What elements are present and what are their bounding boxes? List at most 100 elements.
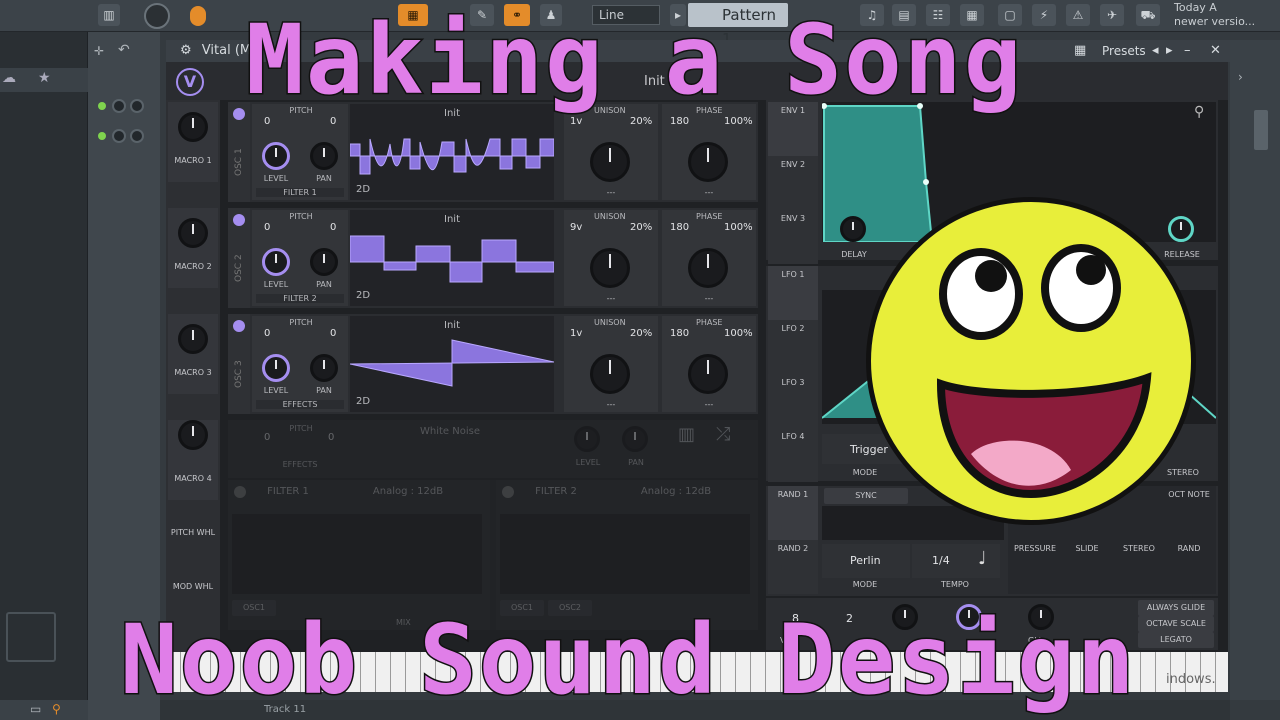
folder-icon[interactable]: ▭ xyxy=(30,702,41,716)
sample-level-knob[interactable] xyxy=(574,426,600,452)
env-2-tab[interactable]: ENV 2 xyxy=(768,156,818,210)
lfo-4-tab[interactable]: LFO 4 xyxy=(768,428,818,482)
osc-2-pitch-semitone[interactable]: 0 xyxy=(330,222,336,233)
osc-2-voices[interactable]: 9v xyxy=(570,222,582,233)
osc-3-detune[interactable]: 20% xyxy=(630,328,652,339)
sample-route-select[interactable]: EFFECTS xyxy=(256,460,344,469)
osc-2-pitch-octave[interactable]: 0 xyxy=(264,222,270,233)
scroll-right-icon[interactable]: › xyxy=(1238,70,1243,84)
lfo-2-tab[interactable]: LFO 2 xyxy=(768,320,818,374)
osc-1-phase-knob[interactable] xyxy=(688,142,728,182)
macro-2-knob[interactable] xyxy=(178,218,208,248)
octave-scale-toggle[interactable]: OCTAVE SCALE xyxy=(1138,616,1214,632)
osc-3-power-toggle[interactable] xyxy=(233,320,245,332)
osc-2-phase-select[interactable]: --- xyxy=(662,294,756,303)
osc-1-pan-knob[interactable] xyxy=(310,142,338,170)
stereo-source[interactable]: STEREO xyxy=(1114,544,1164,553)
piano-roll-icon[interactable]: ▥ xyxy=(98,4,120,26)
news-hint[interactable]: Today A newer versio... xyxy=(1174,0,1280,32)
rand-mode-select[interactable]: Perlin xyxy=(822,544,910,578)
osc-1-route-select[interactable]: FILTER 1 xyxy=(256,188,344,197)
osc-1-level-knob[interactable] xyxy=(262,142,290,170)
cloud-icon[interactable]: ☁ xyxy=(2,70,16,86)
macro-4[interactable]: MACRO 4 xyxy=(168,420,218,500)
osc-2-unison-knob[interactable] xyxy=(590,248,630,288)
macro-1-knob[interactable] xyxy=(178,112,208,142)
presets-label[interactable]: Presets xyxy=(1102,40,1146,62)
osc-3-pan-knob[interactable] xyxy=(310,354,338,382)
osc-2-phase-knob[interactable] xyxy=(688,248,728,288)
always-glide-toggle[interactable]: ALWAYS GLIDE xyxy=(1138,600,1214,616)
pitch-wheel-label[interactable]: PITCH WHL xyxy=(168,528,218,537)
osc-2-phase-value[interactable]: 180 xyxy=(670,222,689,233)
osc-2-unison-select[interactable]: --- xyxy=(564,294,658,303)
keytrack-icon[interactable]: ▥ xyxy=(678,424,695,445)
env-delay-knob[interactable] xyxy=(840,216,866,242)
pressure-source[interactable]: PRESSURE xyxy=(1010,544,1060,553)
filter-1-graph[interactable] xyxy=(232,514,482,594)
osc-3-unison-knob[interactable] xyxy=(590,354,630,394)
shuffle-icon[interactable]: ⤮ xyxy=(716,424,730,445)
rack-plus-icon[interactable]: ✛ xyxy=(94,44,104,58)
osc-2-route-select[interactable]: FILTER 2 xyxy=(256,294,344,303)
minimize-icon[interactable]: – xyxy=(1184,40,1191,62)
osc-3-2d-label[interactable]: 2D xyxy=(356,396,370,407)
filter-1-type[interactable]: Analog : 12dB xyxy=(348,486,468,497)
undo-icon[interactable]: ↶ xyxy=(118,42,130,58)
sample-pitch-octave[interactable]: 0 xyxy=(264,432,270,443)
close-icon[interactable]: ✕ xyxy=(1210,40,1221,62)
tutorial-icon[interactable]: ✈ xyxy=(1100,4,1124,26)
note-icon[interactable]: ♩ xyxy=(978,548,987,569)
zoom-icon[interactable]: ⚲ xyxy=(1194,104,1204,120)
preset-next-icon[interactable]: ▸ xyxy=(1166,40,1173,62)
osc-1-power-toggle[interactable] xyxy=(233,108,245,120)
osc-1-2d-label[interactable]: 2D xyxy=(356,184,370,195)
macro-2[interactable]: MACRO 2 xyxy=(168,208,218,288)
search-icon[interactable]: ⚲ xyxy=(52,702,61,716)
mod-wheel-label[interactable]: MOD WHL xyxy=(168,582,218,591)
rand-1-tab[interactable]: RAND 1 xyxy=(768,486,818,540)
channel-led[interactable] xyxy=(98,132,106,140)
osc-2-wave-name[interactable]: Init xyxy=(350,214,554,225)
plugin-icon[interactable]: ⚡ xyxy=(1032,4,1056,26)
osc-3-route-select[interactable]: EFFECTS xyxy=(256,400,344,409)
osc-2-2d-label[interactable]: 2D xyxy=(356,290,370,301)
folder-add-icon[interactable] xyxy=(6,612,56,662)
preset-prev-icon[interactable]: ◂ xyxy=(1152,40,1159,62)
macro-3-knob[interactable] xyxy=(178,324,208,354)
star-icon[interactable]: ★ xyxy=(38,70,51,86)
osc-2-pan-knob[interactable] xyxy=(310,248,338,276)
macro-3[interactable]: MACRO 3 xyxy=(168,314,218,394)
osc-3-phase-knob[interactable] xyxy=(688,354,728,394)
rand-source[interactable]: RAND xyxy=(1164,544,1214,553)
grid-icon[interactable]: ▦ xyxy=(1074,40,1086,62)
macro-4-knob[interactable] xyxy=(178,420,208,450)
master-volume-knob[interactable] xyxy=(144,3,170,29)
osc-2-level-knob[interactable] xyxy=(262,248,290,276)
legato-toggle[interactable]: LEGATO xyxy=(1138,632,1214,648)
master-pitch-knob[interactable] xyxy=(190,6,206,26)
slide-source[interactable]: SLIDE xyxy=(1062,544,1112,553)
macro-1[interactable]: MACRO 1 xyxy=(168,102,218,182)
sample-pan-knob[interactable] xyxy=(622,426,648,452)
osc-3-unison-select[interactable]: --- xyxy=(564,400,658,409)
osc-3-pitch-semitone[interactable]: 0 xyxy=(330,328,336,339)
osc-2-power-toggle[interactable] xyxy=(233,214,245,226)
filter-2-graph[interactable] xyxy=(500,514,750,594)
env-3-tab[interactable]: ENV 3 xyxy=(768,210,818,264)
channel-vol-knob[interactable] xyxy=(112,129,126,143)
lfo-1-tab[interactable]: LFO 1 xyxy=(768,266,818,320)
osc-3-pitch-octave[interactable]: 0 xyxy=(264,328,270,339)
help-icon[interactable]: ⚠ xyxy=(1066,4,1090,26)
shop-icon[interactable]: ⛟ xyxy=(1136,4,1160,26)
osc-1-phase-select[interactable]: --- xyxy=(662,188,756,197)
osc-3-phase-random[interactable]: 100% xyxy=(724,328,753,339)
lfo-3-tab[interactable]: LFO 3 xyxy=(768,374,818,428)
channel-pan-knob[interactable] xyxy=(130,99,144,113)
osc-2-phase-random[interactable]: 100% xyxy=(724,222,753,233)
filter-1-power-toggle[interactable] xyxy=(234,486,246,498)
osc-3-level-knob[interactable] xyxy=(262,354,290,382)
channel-pan-knob[interactable] xyxy=(130,129,144,143)
rand-2-tab[interactable]: RAND 2 xyxy=(768,540,818,594)
sample-pitch-semitone[interactable]: 0 xyxy=(328,432,334,443)
